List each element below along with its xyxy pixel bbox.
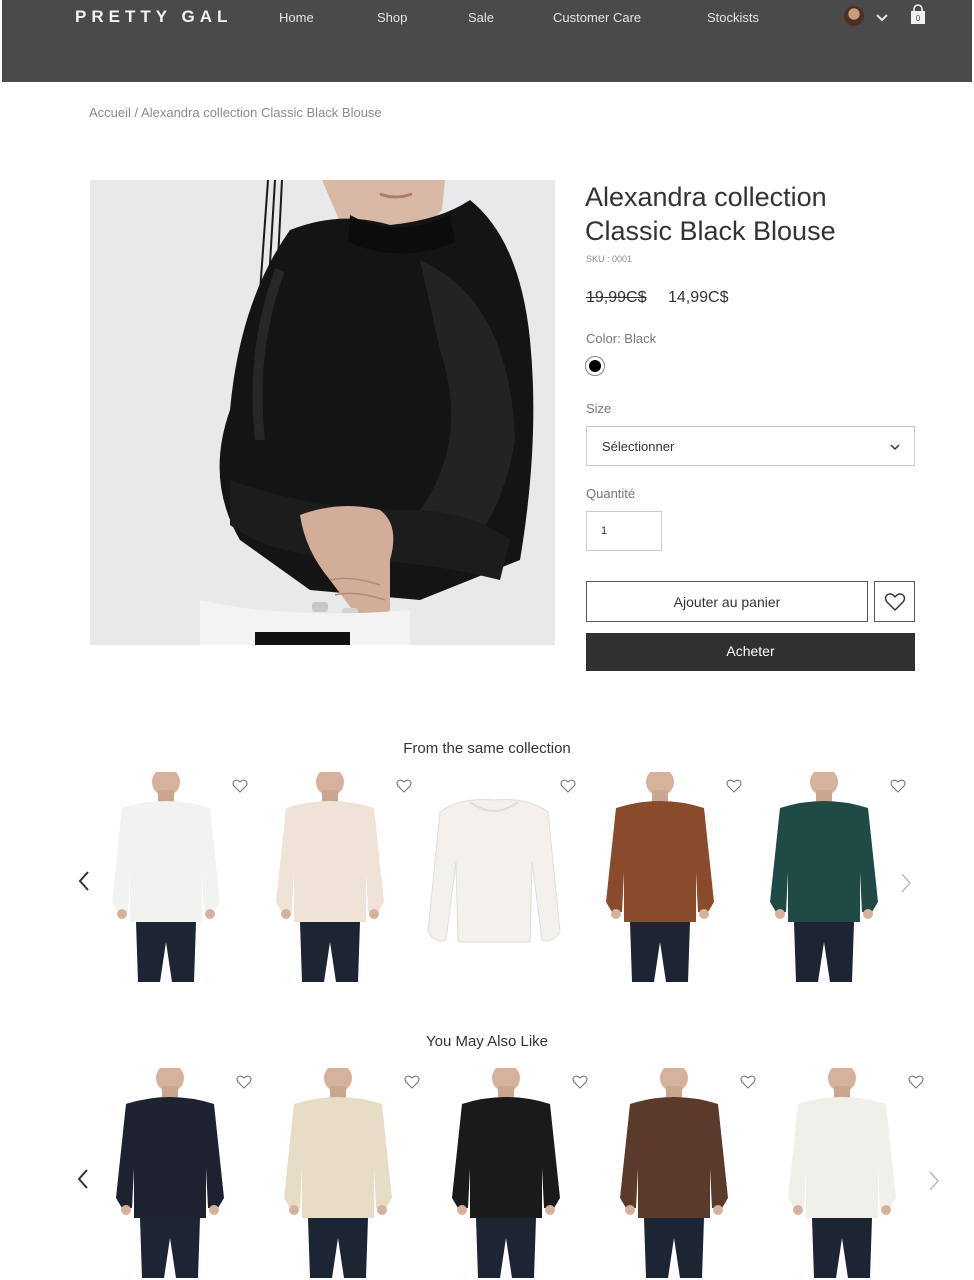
add-to-cart-label: Ajouter au panier	[673, 594, 781, 610]
heart-icon	[884, 593, 906, 611]
nav-stockists[interactable]: Stockists	[707, 10, 759, 25]
product-thumbnail-image	[276, 772, 384, 982]
breadcrumb-separator: /	[130, 105, 142, 120]
product-card[interactable]	[432, 1068, 588, 1278]
product-thumbnail-image	[427, 799, 561, 943]
color-swatch-black[interactable]	[585, 356, 605, 376]
product-thumbnail-image	[112, 772, 220, 982]
cart-count: 0	[916, 14, 921, 23]
product-card[interactable]	[750, 772, 906, 982]
product-main-image[interactable]	[90, 180, 555, 645]
slider-prev-arrow-icon[interactable]	[76, 870, 92, 892]
slider-prev-arrow-icon[interactable]	[75, 1168, 91, 1190]
heart-icon[interactable]	[890, 778, 906, 794]
product-card[interactable]	[600, 1068, 756, 1278]
breadcrumb-home[interactable]: Accueil	[89, 105, 131, 120]
heart-icon[interactable]	[396, 778, 412, 794]
heart-icon[interactable]	[740, 1074, 756, 1090]
heart-icon[interactable]	[560, 778, 576, 794]
account-chevron-down-icon[interactable]	[875, 11, 889, 25]
product-thumbnail-image	[788, 1068, 896, 1278]
product-thumbnail-image	[452, 1068, 560, 1278]
product-card[interactable]	[92, 772, 248, 982]
black-blouse-photo	[90, 180, 555, 645]
price-sale: 14,99C$	[668, 289, 729, 306]
add-to-cart-button[interactable]: Ajouter au panier	[586, 581, 868, 622]
nav-sale[interactable]: Sale	[468, 10, 494, 25]
product-thumbnail-image	[620, 1068, 728, 1278]
product-thumbnail-image	[116, 1068, 224, 1278]
same-collection-title: From the same collection	[403, 740, 571, 757]
breadcrumb: Accueil / Alexandra collection Classic B…	[89, 105, 382, 120]
size-dropdown[interactable]: Sélectionner	[586, 426, 915, 466]
site-header: PRETTY GAL Home Shop Sale Customer Care …	[2, 0, 972, 82]
product-thumbnail-image	[606, 772, 714, 982]
size-dropdown-value: Sélectionner	[602, 439, 675, 454]
heart-icon[interactable]	[404, 1074, 420, 1090]
size-label: Size	[586, 401, 612, 416]
nav-shop[interactable]: Shop	[377, 10, 407, 25]
heart-icon[interactable]	[908, 1074, 924, 1090]
product-sku: SKU : 0001	[586, 254, 633, 264]
product-thumbnail-image	[284, 1068, 392, 1278]
heart-icon[interactable]	[726, 778, 742, 794]
nav-customer-care[interactable]: Customer Care	[553, 10, 641, 25]
shopping-bag-icon: 0	[911, 4, 925, 24]
slider-next-arrow-icon[interactable]	[926, 1170, 942, 1192]
user-avatar[interactable]	[844, 6, 864, 26]
product-card[interactable]	[768, 1068, 924, 1278]
buy-now-label: Acheter	[726, 643, 775, 659]
quantity-label: Quantité	[586, 486, 636, 501]
chevron-down-icon	[890, 444, 900, 451]
product-card[interactable]	[96, 1068, 252, 1278]
quantity-value: 1	[601, 525, 608, 537]
color-label: Color: Black	[586, 331, 657, 346]
product-card[interactable]	[420, 772, 576, 982]
price-original: 19,99C$	[586, 289, 647, 306]
heart-icon[interactable]	[236, 1074, 252, 1090]
slider-next-arrow-icon[interactable]	[898, 872, 914, 894]
cart-button[interactable]: 0	[908, 4, 928, 26]
heart-icon[interactable]	[572, 1074, 588, 1090]
product-thumbnail-image	[770, 772, 878, 982]
site-logo[interactable]: PRETTY GAL	[75, 7, 232, 27]
nav-home[interactable]: Home	[279, 10, 314, 25]
heart-icon[interactable]	[232, 778, 248, 794]
quantity-input[interactable]: 1	[586, 511, 662, 551]
product-title: Alexandra collection Classic Black Blous…	[585, 182, 836, 246]
product-card[interactable]	[586, 772, 742, 982]
wishlist-button[interactable]	[874, 581, 915, 622]
breadcrumb-current: Alexandra collection Classic Black Blous…	[141, 105, 382, 120]
also-like-title: You May Also Like	[425, 1033, 549, 1050]
product-card[interactable]	[256, 772, 412, 982]
buy-now-button[interactable]: Acheter	[586, 633, 915, 671]
product-card[interactable]	[264, 1068, 420, 1278]
